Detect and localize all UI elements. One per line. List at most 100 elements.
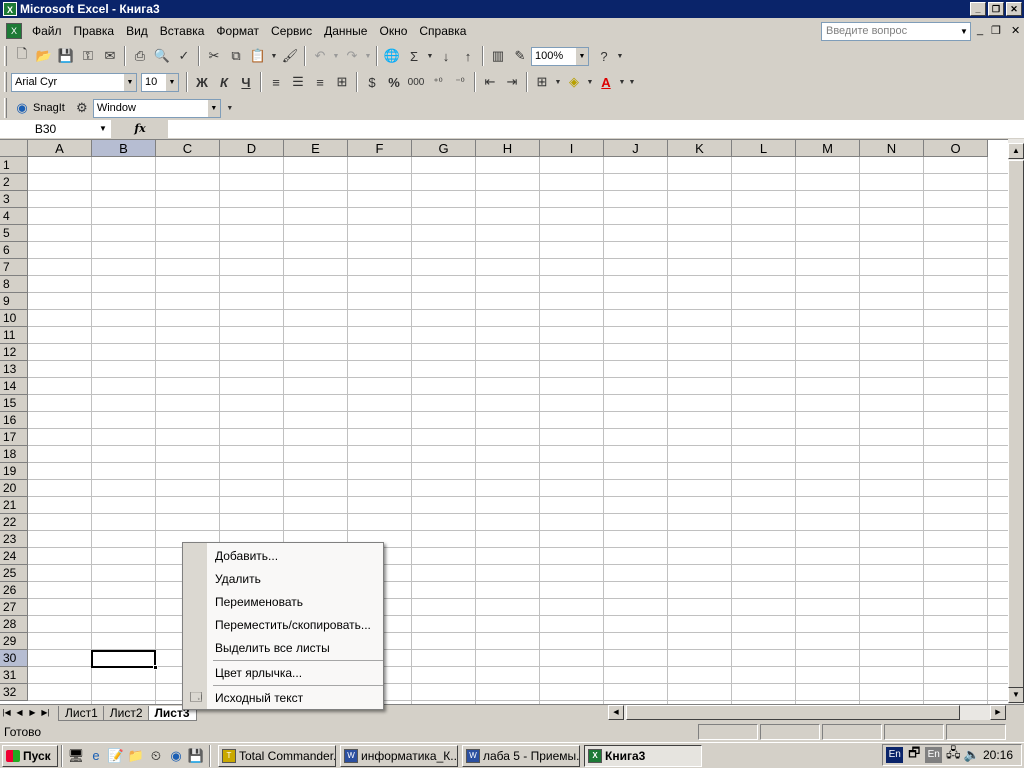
- language-indicator-2[interactable]: En: [924, 747, 943, 763]
- menu-item-move-copy[interactable]: Переместить/скопировать...: [207, 614, 383, 636]
- row-header[interactable]: 14: [0, 378, 28, 395]
- row-header[interactable]: 18: [0, 446, 28, 463]
- spelling-icon[interactable]: ✓: [173, 45, 195, 67]
- scroll-left-icon[interactable]: ◀: [608, 705, 624, 720]
- row-header[interactable]: 5: [0, 225, 28, 242]
- column-header[interactable]: H: [476, 140, 540, 157]
- underline-button[interactable]: Ч: [235, 71, 257, 93]
- row-header[interactable]: 16: [0, 412, 28, 429]
- chevron-down-icon[interactable]: ▼: [331, 45, 341, 67]
- clock-app-icon[interactable]: ⏲: [146, 746, 166, 766]
- currency-icon[interactable]: $: [361, 71, 383, 93]
- chevron-down-icon[interactable]: ▼: [269, 45, 279, 67]
- scroll-down-icon[interactable]: ▼: [1008, 687, 1024, 703]
- menu-tools[interactable]: Сервис: [265, 24, 318, 38]
- row-header[interactable]: 32: [0, 684, 28, 701]
- decrease-decimal-icon[interactable]: ⁻⁰: [449, 71, 471, 93]
- scroll-up-icon[interactable]: ▲: [1008, 143, 1024, 159]
- chevron-down-icon[interactable]: ▼: [425, 45, 435, 67]
- increase-decimal-icon[interactable]: ⁺⁰: [427, 71, 449, 93]
- doc-restore-button[interactable]: ❐: [991, 24, 1001, 37]
- fill-handle[interactable]: [153, 665, 158, 670]
- column-header[interactable]: L: [732, 140, 796, 157]
- chart-wizard-icon[interactable]: ▥: [487, 45, 509, 67]
- chevron-down-icon[interactable]: ▼: [206, 99, 220, 117]
- row-header[interactable]: 28: [0, 616, 28, 633]
- row-header[interactable]: 19: [0, 463, 28, 480]
- vertical-scroll-thumb[interactable]: [1008, 160, 1024, 688]
- menu-view[interactable]: Вид: [120, 24, 154, 38]
- column-header[interactable]: M: [796, 140, 860, 157]
- autosum-icon[interactable]: Σ: [403, 45, 425, 67]
- language-indicator[interactable]: En: [886, 747, 904, 763]
- taskbar-word-doc-1[interactable]: Wинформатика_К...: [340, 744, 458, 767]
- next-sheet-icon[interactable]: ▶: [26, 706, 39, 720]
- column-header[interactable]: A: [28, 140, 92, 157]
- email-icon[interactable]: ✉: [99, 45, 121, 67]
- percent-button[interactable]: %: [383, 71, 405, 93]
- workbook-icon[interactable]: X: [6, 23, 22, 39]
- active-cell[interactable]: [91, 650, 158, 670]
- print-icon[interactable]: ⎙: [129, 45, 151, 67]
- save-quick-icon[interactable]: 💾: [186, 746, 206, 766]
- doc-minimize-button[interactable]: _: [977, 24, 983, 36]
- internet-explorer-icon[interactable]: e: [86, 746, 106, 766]
- row-header[interactable]: 20: [0, 480, 28, 497]
- row-header[interactable]: 10: [0, 310, 28, 327]
- sheet-tab-1[interactable]: Лист1: [58, 705, 105, 721]
- row-header[interactable]: 26: [0, 582, 28, 599]
- notepad-icon[interactable]: 📝: [106, 746, 126, 766]
- excel-app-icon[interactable]: X: [3, 2, 17, 16]
- toolbar-options-icon[interactable]: ▼: [615, 45, 625, 67]
- column-header[interactable]: J: [604, 140, 668, 157]
- permission-icon[interactable]: ⚿: [77, 45, 99, 67]
- cut-icon[interactable]: ✂: [203, 45, 225, 67]
- column-header[interactable]: C: [156, 140, 220, 157]
- last-sheet-icon[interactable]: ▶|: [39, 706, 52, 720]
- bold-button[interactable]: Ж: [191, 71, 213, 93]
- row-header[interactable]: 11: [0, 327, 28, 344]
- menu-insert[interactable]: Вставка: [154, 24, 211, 38]
- increase-indent-icon[interactable]: ⇥: [501, 71, 523, 93]
- align-left-icon[interactable]: ≡: [265, 71, 287, 93]
- redo-icon[interactable]: ↷: [341, 45, 363, 67]
- chevron-down-icon[interactable]: ▼: [97, 120, 109, 138]
- formula-input[interactable]: [168, 120, 1024, 138]
- row-header[interactable]: 9: [0, 293, 28, 310]
- menu-edit[interactable]: Правка: [68, 24, 121, 38]
- start-button[interactable]: Пуск: [2, 744, 58, 767]
- menu-data[interactable]: Данные: [318, 24, 373, 38]
- font-color-icon[interactable]: A: [595, 71, 617, 93]
- row-header[interactable]: 15: [0, 395, 28, 412]
- minimize-button[interactable]: _: [970, 2, 986, 16]
- row-header[interactable]: 4: [0, 208, 28, 225]
- row-header[interactable]: 17: [0, 429, 28, 446]
- format-painter-icon[interactable]: 🖌: [279, 45, 301, 67]
- chevron-down-icon[interactable]: ▼: [165, 73, 178, 91]
- column-header[interactable]: G: [412, 140, 476, 157]
- menu-item-insert[interactable]: Добавить...: [207, 545, 383, 567]
- column-header[interactable]: N: [860, 140, 924, 157]
- menu-format[interactable]: Формат: [210, 24, 265, 38]
- merge-center-icon[interactable]: ⊞: [331, 71, 353, 93]
- hyperlink-icon[interactable]: 🌐: [381, 45, 403, 67]
- font-size-select[interactable]: 10 ▼: [141, 72, 179, 92]
- taskbar-word-doc-2[interactable]: Wлаба 5 - Приемы...: [462, 744, 580, 767]
- chevron-down-icon[interactable]: ▼: [363, 45, 373, 67]
- taskbar-total-commander[interactable]: T Total Commander...: [218, 744, 336, 767]
- menu-item-tab-color[interactable]: Цвет ярлычка...: [207, 662, 383, 684]
- horizontal-scroll-thumb[interactable]: [626, 705, 960, 720]
- ask-question-input[interactable]: Введите вопрос: [821, 22, 971, 41]
- chevron-down-icon[interactable]: ▼: [958, 23, 970, 40]
- close-button[interactable]: ✕: [1006, 2, 1022, 16]
- chevron-down-icon[interactable]: ▼: [553, 71, 563, 93]
- row-header[interactable]: 1: [0, 157, 28, 174]
- snagit-quick-icon[interactable]: ◉: [166, 746, 186, 766]
- copy-icon[interactable]: ⧉: [225, 45, 247, 67]
- thousands-button[interactable]: 000: [405, 71, 427, 93]
- chevron-down-icon[interactable]: ▼: [123, 73, 136, 91]
- column-header[interactable]: I: [540, 140, 604, 157]
- snagit-icon[interactable]: ◉: [11, 97, 33, 119]
- folder-icon[interactable]: 📁: [126, 746, 146, 766]
- save-icon[interactable]: 💾: [55, 45, 77, 67]
